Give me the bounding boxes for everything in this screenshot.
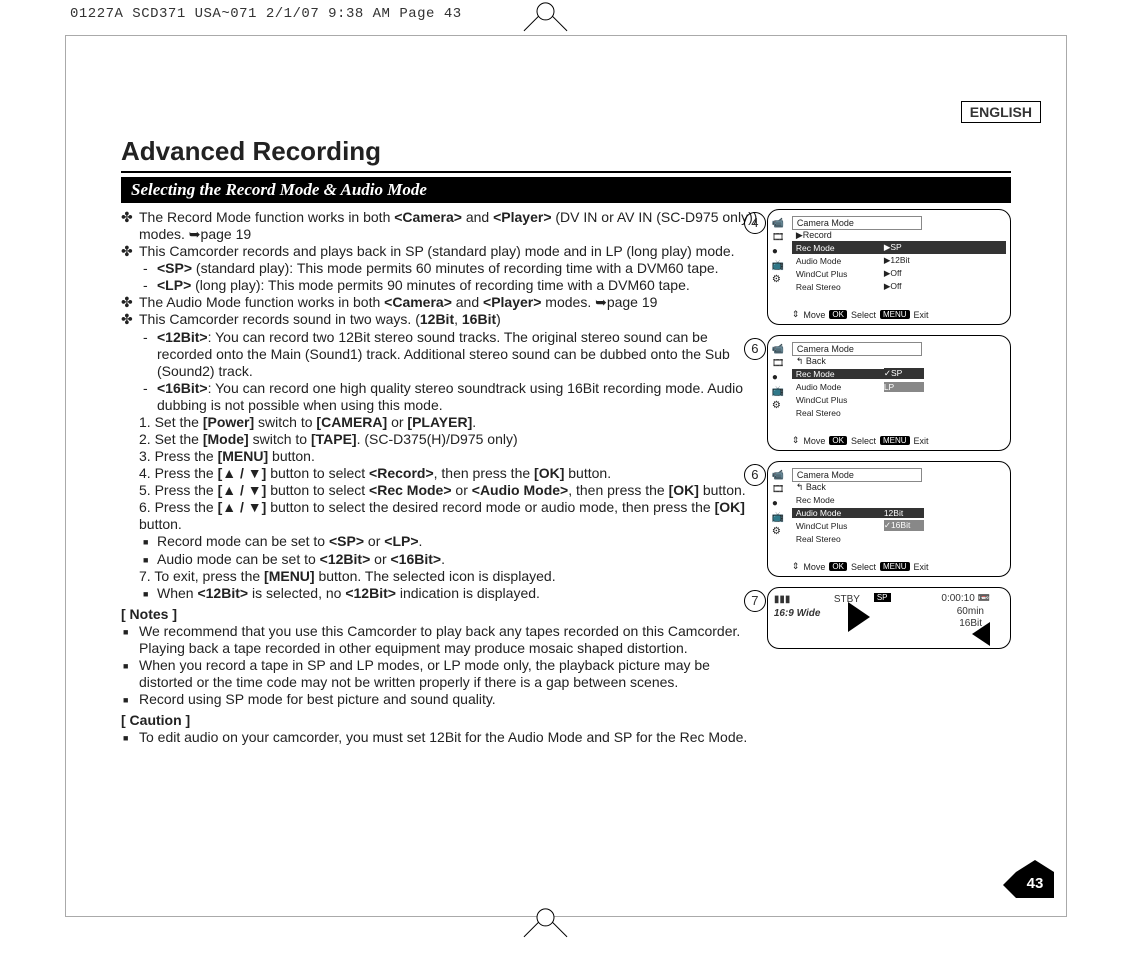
menu-item: Audio Mode <box>792 382 884 392</box>
gear-icon: ⚙ <box>772 274 785 285</box>
menu-value: LP <box>884 382 924 392</box>
step-number: 7 <box>744 590 766 612</box>
screen-step-7: 7 ▮▮▮ STBY SP 16:9 Wide 0:00:10 📼 60min … <box>767 587 1011 649</box>
sp-badge: SP <box>874 593 891 602</box>
tv-icon: 📺 <box>772 260 785 271</box>
step-number: 6 <box>744 338 766 360</box>
rec-icon: ● <box>772 246 785 257</box>
page-number: 43 <box>1016 872 1054 898</box>
menu-item: Rec Mode <box>792 369 884 379</box>
menu-item: Real Stereo <box>792 408 884 418</box>
sidebar-icons: 📹🎞●📺⚙ <box>772 344 785 411</box>
menu-item: WindCut Plus <box>792 395 884 405</box>
menu-item: Real Stereo <box>792 282 884 292</box>
lcd-screens: 4 📹🎞●📺⚙ Camera Mode ▶Record Rec Mode▶SP … <box>767 209 1011 746</box>
crop-mark-bottom <box>524 915 568 958</box>
section-heading: Selecting the Record Mode & Audio Mode <box>121 177 1011 203</box>
step-number: 6 <box>744 464 766 486</box>
menu-value: ✓SP <box>884 368 924 379</box>
ok-button: OK <box>829 310 847 319</box>
back-item: ↰ Back <box>792 482 1006 493</box>
menu-value: ▶Off <box>884 268 924 279</box>
tape-icon: 🎞 <box>772 232 785 243</box>
sidebar-icons: 📹 🎞 ● 📺 ⚙ <box>772 218 785 285</box>
step-number: 4 <box>744 212 766 234</box>
menu-value: ▶12Bit <box>884 255 924 266</box>
camera-icon: 📹 <box>772 218 785 229</box>
screen-step-6-audio-mode: 6 📹🎞●📺⚙ Camera Mode ↰ Back Rec Mode Audi… <box>767 461 1011 577</box>
page-frame: ENGLISH Advanced Recording Selecting the… <box>65 35 1067 917</box>
menu-value: 12Bit <box>884 508 924 518</box>
menu-item: Audio Mode <box>792 256 884 266</box>
play-icon <box>848 602 870 632</box>
caution-heading: [ Caution ] <box>121 712 759 729</box>
rewind-icon <box>972 622 990 646</box>
menu-title: Camera Mode <box>792 468 922 482</box>
notes-heading: [ Notes ] <box>121 606 759 623</box>
wide-label: 16:9 Wide <box>774 608 821 619</box>
menu-item: Rec Mode <box>792 243 884 253</box>
menu-footer: ⇕Move OKSelect MENUExit <box>792 435 1006 446</box>
menu-item: Audio Mode <box>792 508 884 518</box>
menu-title: Camera Mode <box>792 216 922 230</box>
menu-item: WindCut Plus <box>792 521 884 531</box>
menu-value: ▶SP <box>884 242 924 253</box>
menu-footer: ⇕Move OKSelect MENUExit <box>792 309 1006 320</box>
menu-footer: ⇕Move OKSelect MENUExit <box>792 561 1006 572</box>
menu-value: ▶Off <box>884 281 924 292</box>
screen-step-4: 4 📹🎞●📺⚙ Camera Mode ▶Record Rec Mode▶SP … <box>767 209 1011 325</box>
screen-step-6-rec-mode: 6 📹🎞●📺⚙ Camera Mode ↰ Back Rec Mode✓SP A… <box>767 335 1011 451</box>
menu-item: Rec Mode <box>792 495 884 505</box>
menu-category: ▶Record <box>792 230 1006 241</box>
updown-icon: ⇕ <box>792 309 800 320</box>
language-label: ENGLISH <box>961 101 1041 123</box>
menu-value: ✓16Bit <box>884 520 924 531</box>
title-rule <box>121 171 1011 173</box>
menu-item: Real Stereo <box>792 534 884 544</box>
back-item: ↰ Back <box>792 356 1006 367</box>
content-area: Advanced Recording Selecting the Record … <box>121 136 1011 746</box>
battery-icon: ▮▮▮ <box>774 594 791 605</box>
menu-button: MENU <box>880 310 910 319</box>
menu-item: WindCut Plus <box>792 269 884 279</box>
sidebar-icons: 📹🎞●📺⚙ <box>772 470 785 537</box>
print-header: 01227A SCD371 USA~071 2/1/07 9:38 AM Pag… <box>70 6 462 22</box>
tape-remaining: 60min <box>957 606 984 617</box>
timecode: 0:00:10 📼 <box>941 593 990 604</box>
body-text: The Record Mode function works in both <… <box>121 209 759 746</box>
page-title: Advanced Recording <box>121 136 1011 167</box>
menu-title: Camera Mode <box>792 342 922 356</box>
